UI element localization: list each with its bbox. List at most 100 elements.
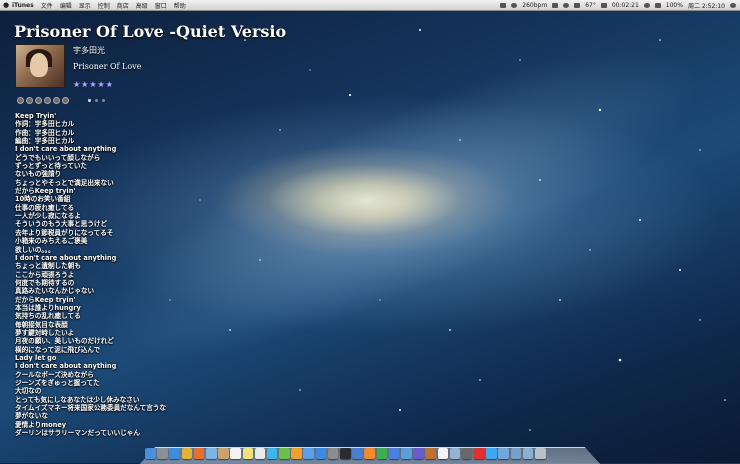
track-album: Prisoner Of Love bbox=[73, 62, 142, 71]
lyric-line: 月夜の願い、美しいものだけれど bbox=[15, 337, 114, 346]
twitter-icon[interactable] bbox=[486, 448, 497, 459]
menu-item-controls[interactable]: 控制 bbox=[98, 1, 110, 10]
clock[interactable]: 周二 2:52:10 bbox=[688, 1, 725, 10]
menu-item-view[interactable]: 显示 bbox=[79, 1, 91, 10]
track-artist: 宇多田光 bbox=[73, 46, 105, 55]
spotlight-icon[interactable] bbox=[730, 2, 736, 8]
firefox-icon[interactable] bbox=[193, 448, 205, 459]
app-store-icon[interactable] bbox=[315, 448, 327, 459]
xcode-icon[interactable] bbox=[352, 448, 363, 459]
elapsed-readout: 00:02:21 bbox=[611, 1, 639, 9]
page-dot[interactable] bbox=[95, 99, 98, 102]
menu-item-file[interactable]: 文件 bbox=[41, 1, 53, 10]
imovie-icon[interactable] bbox=[413, 448, 424, 459]
shuffle-icon[interactable] bbox=[44, 97, 51, 104]
menu-item-window[interactable]: 窗口 bbox=[155, 1, 167, 10]
menu-item-store[interactable]: 商店 bbox=[117, 1, 129, 10]
lyric-line: 10時のお笑い番組 bbox=[15, 195, 71, 204]
launchpad-icon[interactable] bbox=[157, 448, 168, 459]
lyric-line: ないもの強請り bbox=[15, 170, 62, 179]
menu-app-name[interactable]: iTunes bbox=[12, 2, 34, 9]
lyric-line: 愛情よりmoney bbox=[15, 420, 67, 429]
wifi-icon[interactable] bbox=[643, 2, 650, 8]
info-icon[interactable] bbox=[62, 97, 69, 104]
itunes-icon[interactable] bbox=[303, 448, 315, 459]
next-icon[interactable] bbox=[35, 97, 42, 104]
menu-item-edit[interactable]: 编辑 bbox=[60, 1, 72, 10]
bpm-readout: 260bpm bbox=[522, 1, 548, 9]
lyric-line: 横的になって泥に飛び込んで bbox=[15, 345, 101, 354]
lyric-line: ちょっとやそっとで満足出来ない bbox=[15, 178, 114, 187]
lyric-line: I don't care about anything bbox=[15, 145, 117, 154]
apple-menu-icon[interactable]: ● bbox=[0, 1, 12, 9]
lyric-line: 何度でも期待するの bbox=[15, 278, 75, 287]
previous-icon[interactable] bbox=[17, 97, 24, 104]
lyric-line: どうでもいいって顔しながら bbox=[15, 153, 101, 162]
volume-icon[interactable] bbox=[654, 2, 661, 8]
lyric-line: I don't care about anything bbox=[15, 362, 117, 371]
lyrics-list: Keep Tryin' 作詞：宇多田ヒカル 作曲：宇多田ヒカル 編曲：宇多田ヒカル I … bbox=[15, 112, 166, 437]
calendar-icon[interactable] bbox=[230, 448, 241, 459]
battery-readout: 100% bbox=[665, 1, 683, 9]
contacts-icon[interactable] bbox=[218, 448, 229, 459]
lyric-line: 作曲：宇多田ヒカル bbox=[15, 128, 75, 137]
twitter-status-icon[interactable] bbox=[574, 2, 581, 8]
chrome-icon[interactable] bbox=[181, 448, 193, 459]
downloads-icon[interactable] bbox=[498, 448, 510, 459]
mail-icon[interactable] bbox=[205, 448, 217, 459]
page-dot[interactable] bbox=[88, 99, 91, 102]
dropbox-icon[interactable] bbox=[500, 2, 507, 8]
player-controls bbox=[17, 97, 69, 104]
lyric-line: 作詞：宇多田ヒカル bbox=[15, 120, 75, 129]
numbers-icon[interactable] bbox=[376, 448, 388, 459]
reminders-icon[interactable] bbox=[254, 448, 266, 459]
applications-icon[interactable] bbox=[510, 448, 522, 459]
preview-icon[interactable] bbox=[449, 448, 461, 459]
page-indicator bbox=[88, 99, 105, 102]
lyric-line: ダーリンはサラリーマンだっていいじゃん bbox=[15, 429, 140, 438]
menu-item-help[interactable]: 帮助 bbox=[174, 1, 186, 10]
lyric-line: だからKeep tryin' bbox=[15, 295, 76, 304]
pages-icon[interactable] bbox=[364, 448, 375, 459]
textedit-icon[interactable] bbox=[437, 448, 449, 459]
lyric-line: 去年より節税員がりになってるそ bbox=[15, 228, 114, 237]
finder-icon[interactable] bbox=[145, 448, 156, 459]
photos-icon[interactable] bbox=[291, 448, 302, 459]
lyric-line: とっても気にしなあなたは少し休みなさい bbox=[15, 395, 140, 404]
activity-icon[interactable] bbox=[461, 448, 473, 459]
messages-icon[interactable] bbox=[266, 448, 278, 459]
documents-icon[interactable] bbox=[522, 448, 534, 459]
sync-icon[interactable] bbox=[511, 2, 518, 8]
repeat-icon[interactable] bbox=[53, 97, 60, 104]
mail-status-icon[interactable] bbox=[552, 2, 559, 8]
temperature-readout: 67° bbox=[585, 1, 596, 9]
rating-stars[interactable]: ★★★★★ bbox=[73, 80, 114, 89]
lyric-line: ここから頑張ろうよ bbox=[15, 270, 75, 279]
lyric-line: 欲しいの。。。 bbox=[15, 245, 55, 254]
cover-face bbox=[30, 53, 48, 77]
cloud-icon[interactable] bbox=[563, 2, 570, 8]
lyric-line: 毎朝接気目な表顔 bbox=[15, 320, 68, 329]
preferences-icon[interactable] bbox=[327, 448, 339, 459]
status-area: 260bpm 67° 00:02:21 100% 周二 2:52:10 bbox=[500, 0, 736, 10]
safari-icon[interactable] bbox=[169, 448, 180, 459]
trash-icon[interactable] bbox=[535, 448, 546, 459]
lyric-line: 夢がないな bbox=[15, 412, 48, 421]
play-icon[interactable] bbox=[26, 97, 33, 104]
keynote-icon[interactable] bbox=[388, 448, 400, 459]
iphoto-icon[interactable] bbox=[400, 448, 412, 459]
galaxy-wallpaper bbox=[73, 0, 727, 413]
facetime-icon[interactable] bbox=[279, 448, 290, 459]
lyric-line: ちょっと遺制した朝も bbox=[15, 262, 81, 271]
lyric-line: 大切なの bbox=[15, 387, 42, 396]
page-dot[interactable] bbox=[102, 99, 105, 102]
menu-item-advanced[interactable]: 高级 bbox=[136, 1, 148, 10]
lyric-line: 気持ちの乱れ癒してる bbox=[15, 312, 81, 321]
dock-icons bbox=[145, 446, 600, 461]
notes-icon[interactable] bbox=[242, 448, 254, 459]
terminal-icon[interactable] bbox=[340, 448, 351, 459]
garageband-icon[interactable] bbox=[425, 448, 436, 459]
lyric-line: そういうのもう大事と思うけど bbox=[15, 220, 108, 229]
display-icon[interactable] bbox=[600, 2, 607, 8]
qq-icon[interactable] bbox=[474, 448, 485, 459]
